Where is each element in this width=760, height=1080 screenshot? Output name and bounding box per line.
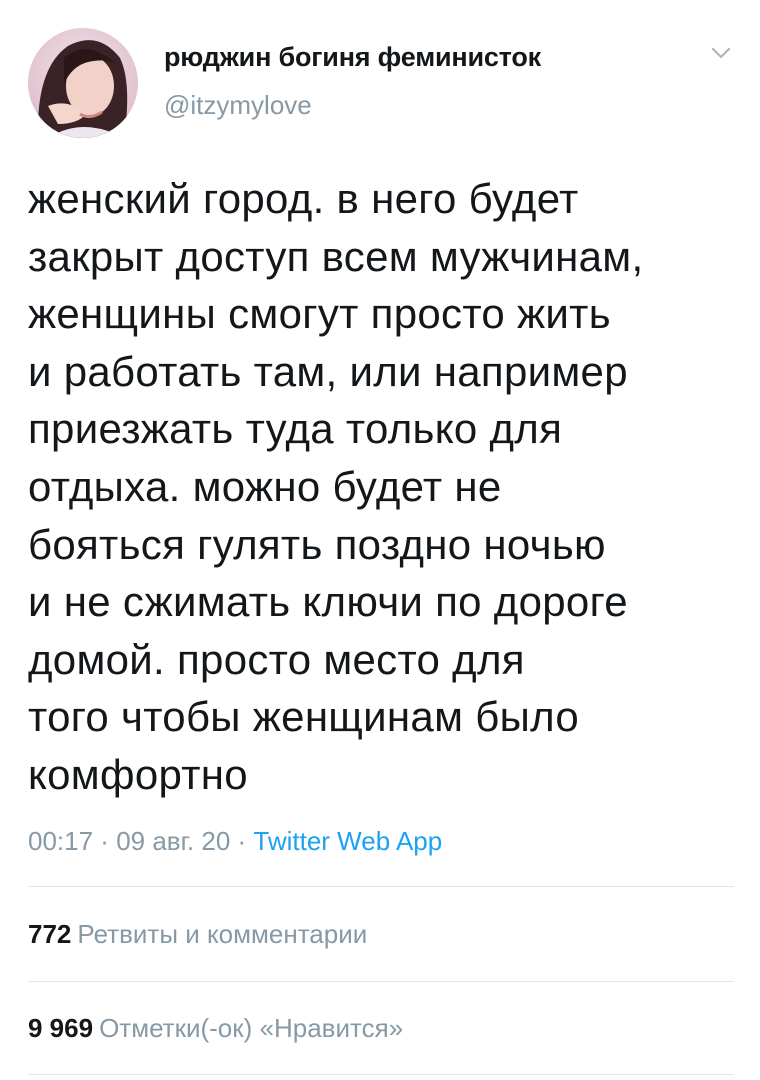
tweet-text-line: и не сжимать ключи по дороге [28,578,628,626]
meta-separator: · [93,826,117,856]
tweet-source-link[interactable]: Twitter Web App [253,826,442,856]
tweet-text-line: закрыт доступ всем мужчинам, [28,232,644,280]
divider [28,981,734,982]
tweet-text-line: и работать там, или например [28,347,628,395]
chevron-down-icon[interactable] [708,40,734,66]
avatar[interactable] [28,28,138,138]
tweet-text-line: домой. просто место для [28,635,525,683]
likes-count: 9 969 [28,1013,94,1043]
tweet-header: рюджин богиня феминисток @itzymylove [28,28,738,138]
avatar-image [28,28,138,138]
tweet-text-line: женщины смогут просто жить [28,290,611,338]
retweets-count: 772 [28,919,72,949]
meta-separator: · [230,826,254,856]
tweet-text-line: отдыха. можно будет не [28,462,502,510]
tweet-meta: 00:17 · 09 авг. 20 · Twitter Web App [28,826,442,857]
tweet-text-line: комфортно [28,750,248,798]
tweet-date[interactable]: 09 авг. 20 [116,826,230,856]
tweet-text-line: приезжать туда только для [28,405,563,453]
divider [28,886,734,887]
author-handle[interactable]: @itzymylove [164,90,312,121]
likes-stat[interactable]: 9 969 Отметки(-ок) «Нравится» [28,1013,403,1044]
tweet-text-line: женский город. в него будет [28,175,579,222]
tweet-text-line: того чтобы женщинам было [28,693,580,741]
tweet-text-line: бояться гулять поздно ночью [28,520,606,568]
divider [28,1074,734,1075]
tweet-text: женский город. в него будет закрыт досту… [28,170,740,804]
tweet-time[interactable]: 00:17 [28,826,93,856]
retweets-label: Ретвиты и комментарии [77,919,368,949]
likes-label: Отметки(-ок) «Нравится» [99,1013,404,1043]
author-display-name[interactable]: рюджин богиня феминисток [164,42,541,73]
retweets-stat[interactable]: 772 Ретвиты и комментарии [28,919,367,950]
